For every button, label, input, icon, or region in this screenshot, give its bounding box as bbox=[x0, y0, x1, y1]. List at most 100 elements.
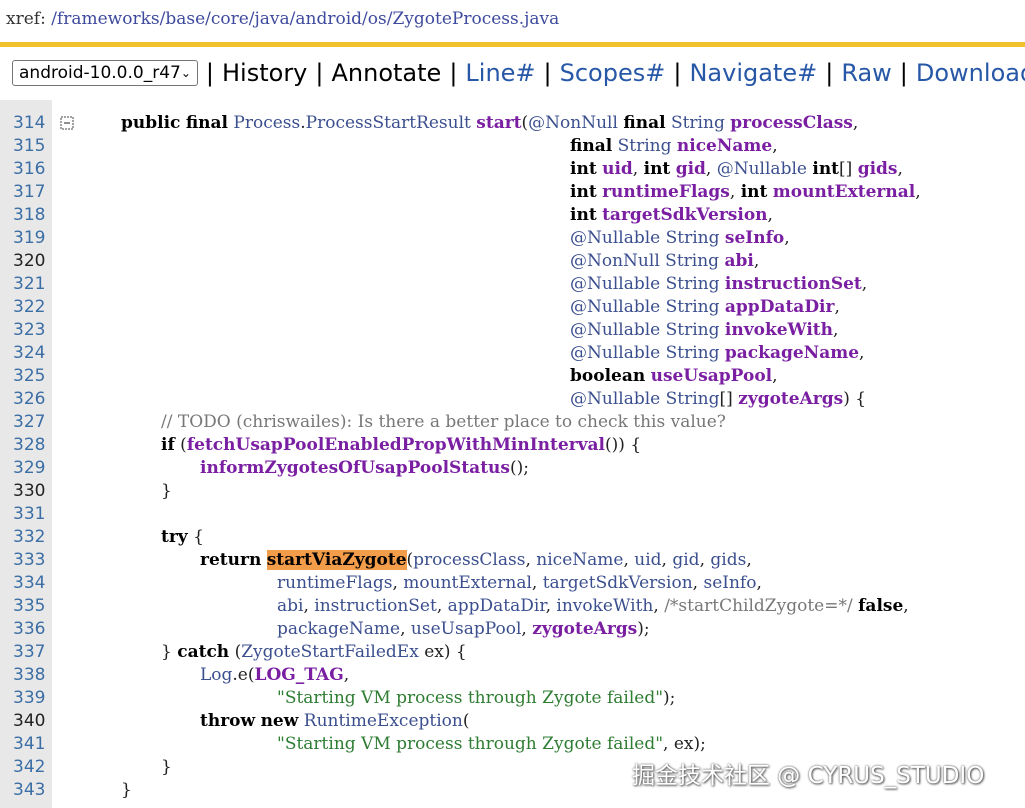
code-line: 317 int runtimeFlags, int mountExternal, bbox=[0, 181, 1025, 204]
code-text: if (fetchUsapPoolEnabledPropWithMinInter… bbox=[161, 435, 642, 455]
code-line: 323 @Nullable String invokeWith, bbox=[0, 319, 1025, 342]
line-number[interactable]: 320 bbox=[13, 250, 53, 273]
line-number[interactable]: 326 bbox=[13, 388, 53, 411]
nav-separator: | bbox=[899, 59, 908, 87]
code-text: } bbox=[161, 757, 172, 777]
file-path[interactable]: /frameworks/base/core/java/android/os/Zy… bbox=[51, 9, 559, 29]
line-number[interactable]: 328 bbox=[13, 434, 53, 457]
code-text: try { bbox=[161, 527, 204, 547]
line-number[interactable]: 315 bbox=[13, 135, 53, 158]
code-text: final String niceName, bbox=[570, 136, 778, 156]
nav-separator: | bbox=[205, 59, 214, 87]
line-number[interactable]: 338 bbox=[13, 664, 53, 687]
code-text: "Starting VM process through Zygote fail… bbox=[277, 688, 676, 708]
code-text: public final Process.ProcessStartResult … bbox=[121, 113, 859, 133]
branch-select[interactable]: android-10.0.0_r47 ⌄ bbox=[12, 60, 198, 86]
line-number[interactable]: 318 bbox=[13, 204, 53, 227]
code-text: "Starting VM process through Zygote fail… bbox=[277, 734, 706, 754]
line-number[interactable]: 329 bbox=[13, 457, 53, 480]
code-text: @Nullable String seInfo, bbox=[570, 228, 790, 248]
watermark: 掘金技术社区 @ CYRUS_STUDIO bbox=[632, 763, 985, 789]
code-line: 319 @Nullable String seInfo, bbox=[0, 227, 1025, 250]
line-number[interactable]: 321 bbox=[13, 273, 53, 296]
chevron-down-icon: ⌄ bbox=[180, 66, 191, 80]
nav-bar: android-10.0.0_r47 ⌄ | History | Annotat… bbox=[0, 47, 1025, 99]
code-text: runtimeFlags, mountExternal, targetSdkVe… bbox=[277, 573, 762, 593]
code-line: 341 "Starting VM process through Zygote f… bbox=[0, 733, 1025, 756]
code-line: 339 "Starting VM process through Zygote f… bbox=[0, 687, 1025, 710]
line-number[interactable]: 324 bbox=[13, 342, 53, 365]
code-line: 336 packageName, useUsapPool, zygoteArgs)… bbox=[0, 618, 1025, 641]
code-line: 329 informZygotesOfUsapPoolStatus(); bbox=[0, 457, 1025, 480]
code-text: @Nullable String[] zygoteArgs) { bbox=[570, 389, 867, 409]
line-number[interactable]: 319 bbox=[13, 227, 53, 250]
line-number[interactable]: 330 bbox=[13, 480, 53, 503]
fold-toggle-icon[interactable] bbox=[60, 116, 74, 130]
code-text: Log.e(LOG_TAG, bbox=[200, 665, 350, 685]
code-text: return startViaZygote(processClass, nice… bbox=[200, 550, 752, 570]
code-line: 320 @NonNull String abi, bbox=[0, 250, 1025, 273]
code-line: 330} bbox=[0, 480, 1025, 503]
nav-separator: | bbox=[543, 59, 552, 87]
code-line: 318 int targetSdkVersion, bbox=[0, 204, 1025, 227]
code-text: packageName, useUsapPool, zygoteArgs); bbox=[277, 619, 650, 639]
xref-label: xref: bbox=[6, 9, 46, 29]
line-number[interactable]: 333 bbox=[13, 549, 53, 572]
code-text: int runtimeFlags, int mountExternal, bbox=[570, 182, 921, 202]
code-line: 316 int uid, int gid, @Nullable int[] gid… bbox=[0, 158, 1025, 181]
code-text: int targetSdkVersion, bbox=[570, 205, 773, 225]
code-text: abi, instructionSet, appDataDir, invokeW… bbox=[277, 596, 909, 616]
code-text: @NonNull String abi, bbox=[570, 251, 760, 271]
nav-download[interactable]: Download bbox=[916, 59, 1025, 87]
code-view: 314 public final Process.ProcessStartResu… bbox=[0, 100, 1025, 808]
line-number[interactable]: 331 bbox=[13, 503, 53, 526]
code-line: 327 // TODO (chriswailes): Is there a bet… bbox=[0, 411, 1025, 434]
line-number[interactable]: 341 bbox=[13, 733, 53, 756]
line-number[interactable]: 334 bbox=[13, 572, 53, 595]
nav-separator: | bbox=[673, 59, 682, 87]
code-text: boolean useUsapPool, bbox=[570, 366, 778, 386]
nav-navigate[interactable]: Navigate# bbox=[689, 59, 817, 87]
code-text: } catch (ZygoteStartFailedEx ex) { bbox=[161, 642, 467, 662]
code-line: 315 final String niceName, bbox=[0, 135, 1025, 158]
xref-path: xref: /frameworks/base/core/java/android… bbox=[6, 9, 559, 29]
code-line: 333 return startViaZygote(processClass, n… bbox=[0, 549, 1025, 572]
nav-raw[interactable]: Raw bbox=[841, 59, 891, 87]
line-number[interactable]: 322 bbox=[13, 296, 53, 319]
code-text: int uid, int gid, @Nullable int[] gids, bbox=[570, 159, 903, 179]
code-line: 314 public final Process.ProcessStartResu… bbox=[0, 112, 1025, 135]
line-number[interactable]: 325 bbox=[13, 365, 53, 388]
line-number[interactable]: 343 bbox=[13, 779, 53, 802]
line-number[interactable]: 317 bbox=[13, 181, 53, 204]
code-line: 324 @Nullable String packageName, bbox=[0, 342, 1025, 365]
code-text: @Nullable String invokeWith, bbox=[570, 320, 839, 340]
code-text: @Nullable String instructionSet, bbox=[570, 274, 868, 294]
code-line: 332 try { bbox=[0, 526, 1025, 549]
code-line: 322 @Nullable String appDataDir, bbox=[0, 296, 1025, 319]
line-number[interactable]: 342 bbox=[13, 756, 53, 779]
line-number[interactable]: 336 bbox=[13, 618, 53, 641]
code-line: 335 abi, instructionSet, appDataDir, invo… bbox=[0, 595, 1025, 618]
code-text: } bbox=[161, 481, 172, 501]
code-text: informZygotesOfUsapPoolStatus(); bbox=[200, 458, 529, 478]
line-number[interactable]: 314 bbox=[13, 112, 53, 135]
nav-separator: | bbox=[449, 59, 458, 87]
line-number[interactable]: 332 bbox=[13, 526, 53, 549]
nav-history[interactable]: History bbox=[222, 59, 307, 87]
line-number[interactable]: 323 bbox=[13, 319, 53, 342]
nav-scopes[interactable]: Scopes# bbox=[560, 59, 666, 87]
code-text: } bbox=[121, 780, 132, 800]
nav-annotate[interactable]: Annotate bbox=[331, 59, 441, 87]
code-line: 334 runtimeFlags, mountExternal, targetSd… bbox=[0, 572, 1025, 595]
line-number[interactable]: 339 bbox=[13, 687, 53, 710]
code-text: // TODO (chriswailes): Is there a better… bbox=[161, 412, 726, 432]
line-number[interactable]: 316 bbox=[13, 158, 53, 181]
code-text: @Nullable String appDataDir, bbox=[570, 297, 840, 317]
line-number[interactable]: 340 bbox=[13, 710, 53, 733]
line-number[interactable]: 335 bbox=[13, 595, 53, 618]
xref-header: xref: /frameworks/base/core/java/android… bbox=[0, 0, 1025, 42]
nav-separator: | bbox=[825, 59, 834, 87]
line-number[interactable]: 327 bbox=[13, 411, 53, 434]
nav-line-numbers[interactable]: Line# bbox=[465, 59, 535, 87]
line-number[interactable]: 337 bbox=[13, 641, 53, 664]
